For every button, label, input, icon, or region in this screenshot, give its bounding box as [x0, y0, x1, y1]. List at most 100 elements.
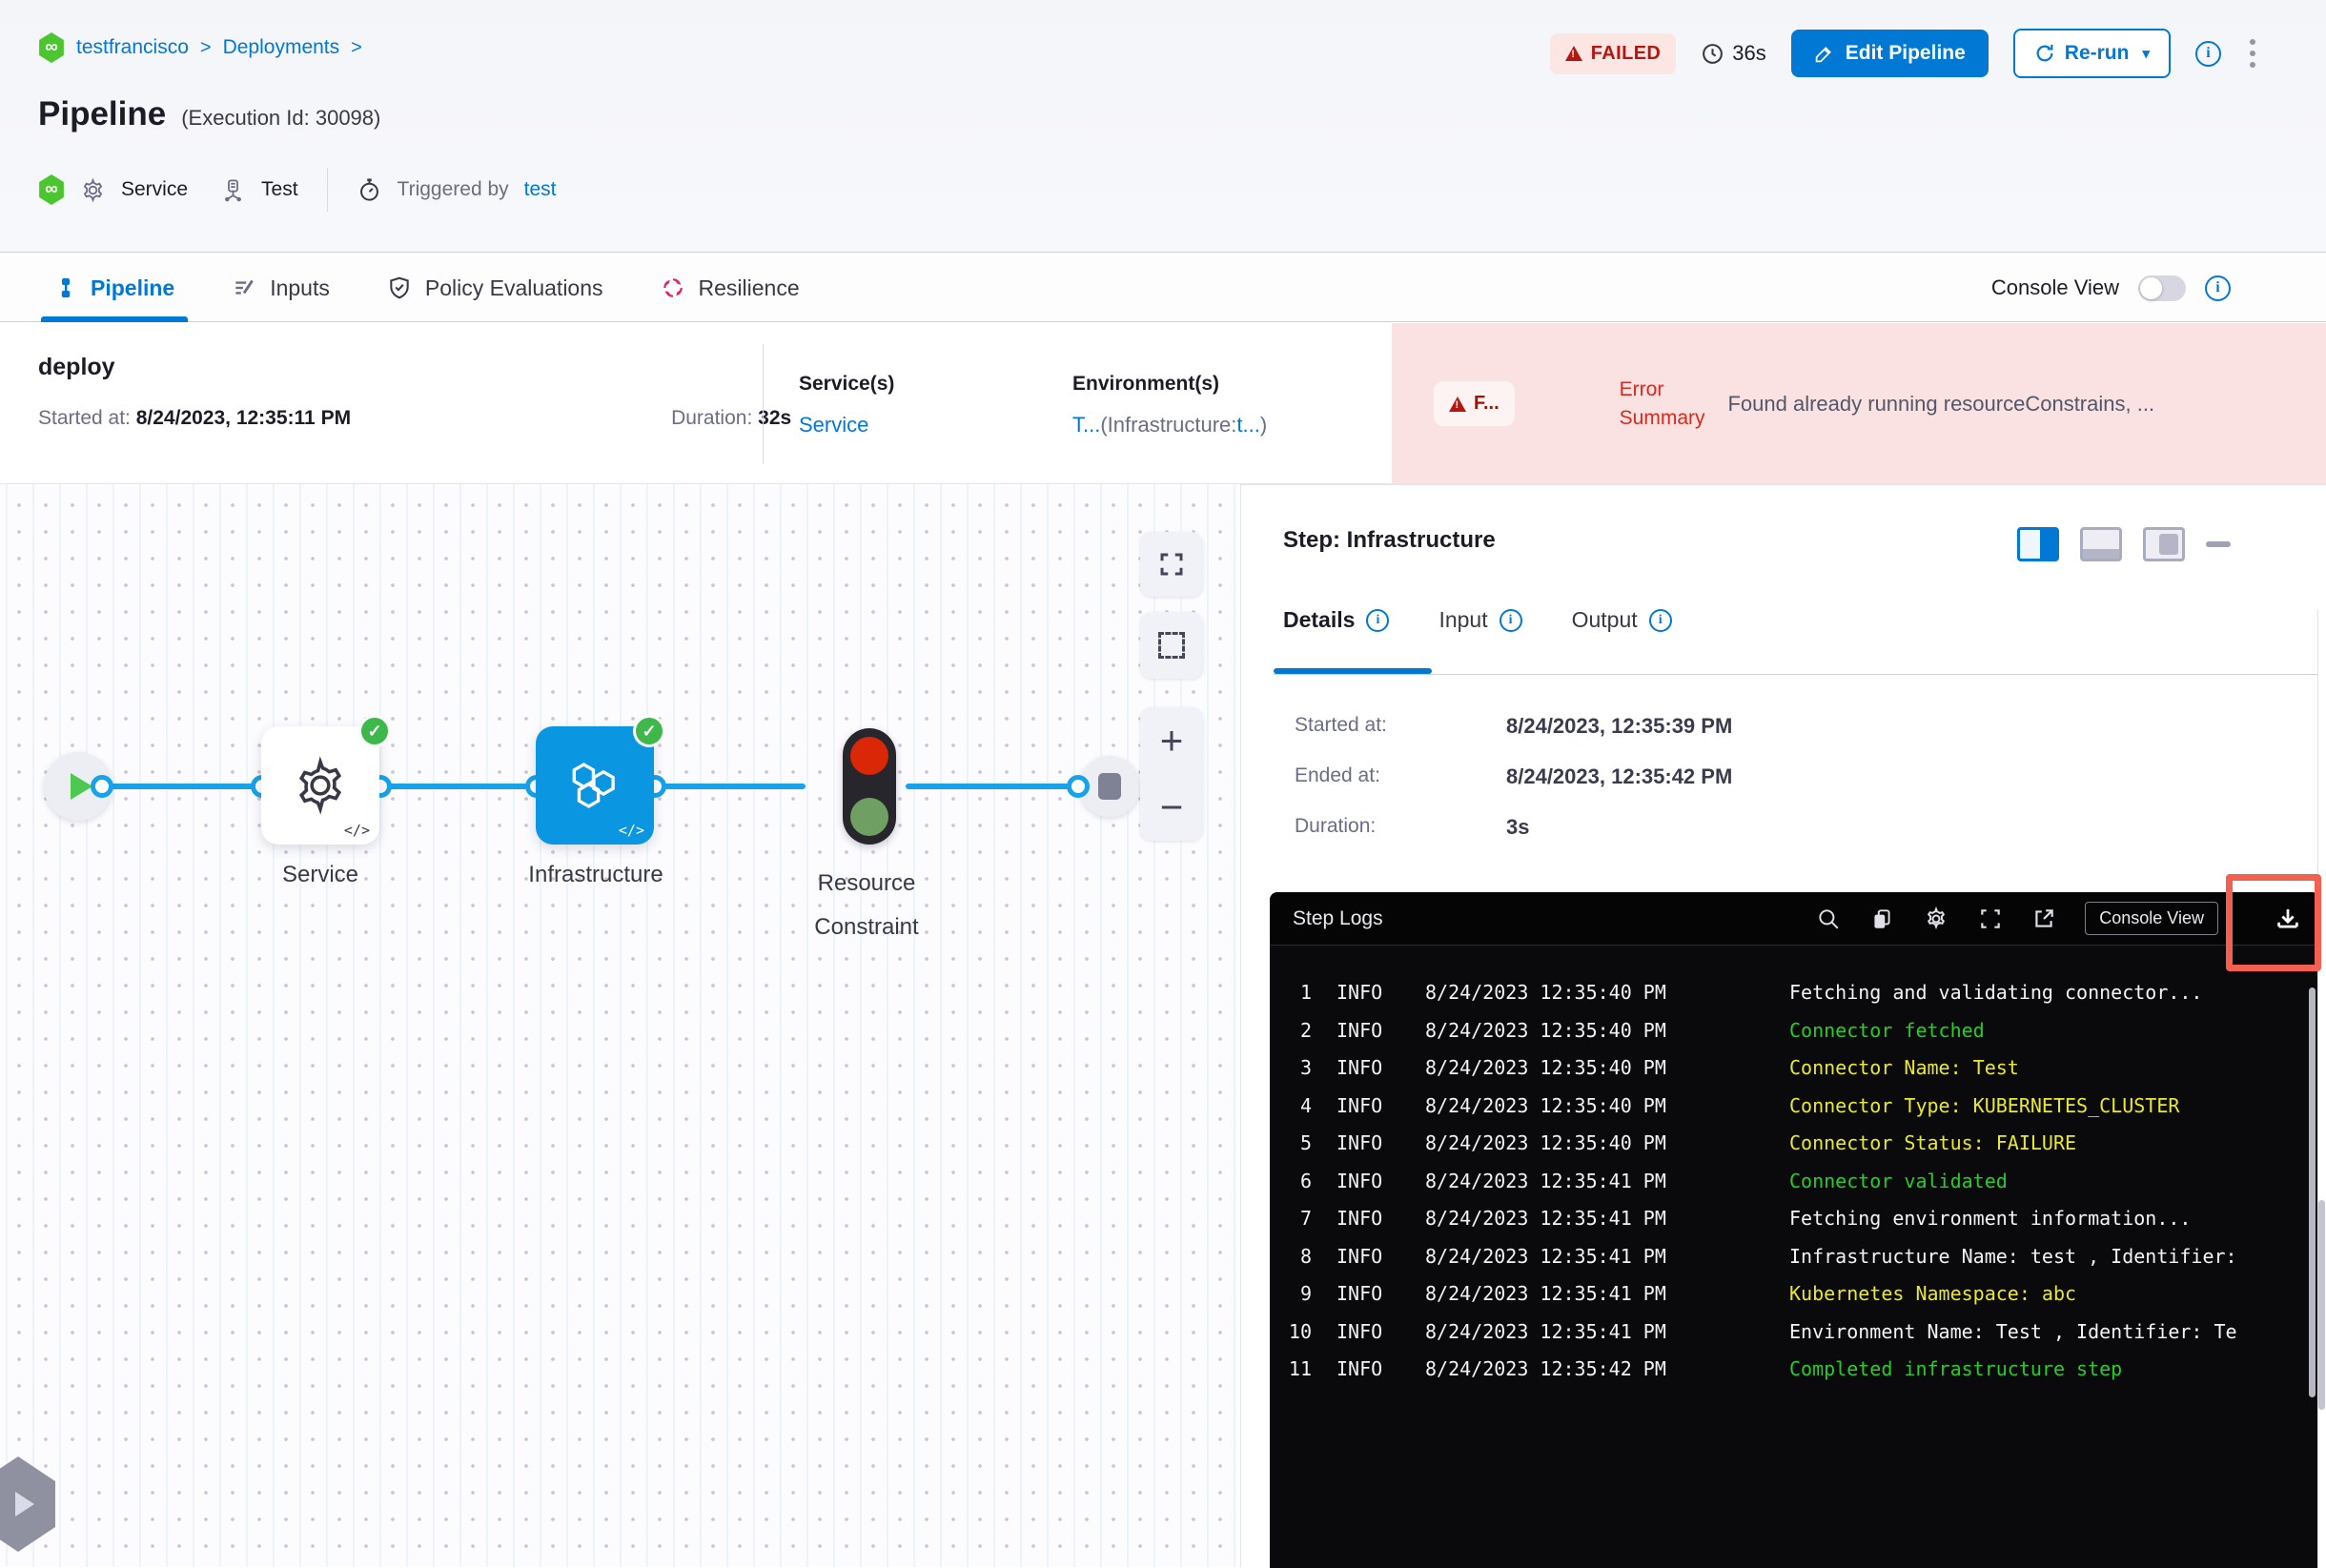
- fullscreen-canvas-button[interactable]: [1140, 532, 1203, 597]
- console-view-button[interactable]: Console View: [2085, 902, 2218, 935]
- detail-row-started: Started at: 8/24/2023, 12:35:39 PM: [1295, 714, 1732, 739]
- console-view-toggle[interactable]: [2138, 275, 2186, 301]
- environment-name[interactable]: Test: [261, 178, 298, 201]
- info-icon[interactable]: i: [1366, 608, 1390, 632]
- triggered-by-user[interactable]: test: [524, 178, 557, 201]
- open-in-new-icon[interactable]: [2031, 906, 2056, 931]
- node-service[interactable]: ✓ </>: [261, 715, 391, 845]
- more-options-menu[interactable]: [2246, 35, 2259, 71]
- page-title: Pipeline: [38, 95, 167, 132]
- zoom-in-button[interactable]: +: [1140, 707, 1203, 774]
- pipeline-graph-canvas[interactable]: ✓ </> ✓ </> Service Infrastructure Resou…: [0, 484, 1240, 1567]
- tab-policy-evaluations[interactable]: Policy Evaluations: [387, 254, 603, 322]
- minimize-panel-button[interactable]: [2206, 541, 2231, 547]
- warning-icon: [1564, 46, 1582, 61]
- marquee-select-button[interactable]: [1140, 612, 1203, 679]
- service-link[interactable]: Service: [799, 413, 894, 438]
- started-at-label: Started at:: [38, 407, 131, 429]
- code-tag: </>: [343, 822, 370, 839]
- layout-minimized-view-button[interactable]: [2143, 527, 2185, 561]
- step-logs-title: Step Logs: [1293, 906, 1383, 929]
- gear-icon: [80, 177, 106, 203]
- error-summary-label: Error Summary: [1619, 377, 1705, 429]
- tab-input[interactable]: Input i: [1438, 607, 1522, 633]
- copy-logs-icon[interactable]: [1869, 906, 1894, 931]
- connector-dot: [1067, 775, 1090, 798]
- edit-pipeline-button[interactable]: Edit Pipeline: [1790, 30, 1989, 77]
- started-at-value: 8/24/2023, 12:35:11 PM: [135, 407, 352, 429]
- detail-label: Started at:: [1295, 714, 1387, 736]
- log-lines[interactable]: 1 INFO 8/24/2023 12:35:40 PM Fetching and v…: [1270, 946, 2319, 1389]
- breadcrumb-deployments[interactable]: Deployments: [223, 36, 340, 59]
- download-logs-icon[interactable]: [2274, 905, 2302, 933]
- node-infrastructure[interactable]: ✓ </>: [536, 715, 665, 845]
- environment-link[interactable]: T...: [1072, 413, 1100, 437]
- traffic-red-light: [850, 737, 888, 775]
- gear-icon: [298, 756, 342, 815]
- rerun-button[interactable]: Re-run ▾: [2012, 29, 2171, 78]
- detail-row-ended: Ended at: 8/24/2023, 12:35:42 PM: [1295, 764, 1732, 789]
- log-scrollbar[interactable]: [2309, 988, 2316, 1397]
- search-logs-icon[interactable]: [1816, 906, 1841, 931]
- inputs-icon: [235, 279, 255, 295]
- status-badge: FAILED: [1549, 32, 1677, 74]
- warning-icon: [1449, 396, 1466, 412]
- log-line: 3 INFO 8/24/2023 12:35:40 PM Connector Name…: [1299, 1056, 2019, 1079]
- log-settings-icon[interactable]: [1923, 906, 1949, 932]
- service-name[interactable]: Service: [121, 178, 188, 201]
- node-resource-constraint[interactable]: [843, 728, 896, 845]
- tab-output[interactable]: Output i: [1572, 607, 1672, 633]
- console-view-label: Console View: [1990, 275, 2119, 299]
- chevron-down-icon: ▾: [2142, 46, 2150, 62]
- detail-row-duration: Duration: 3s: [1295, 815, 1732, 840]
- detail-value: 3s: [1506, 815, 1530, 839]
- step-panel-title: Step: Infrastructure: [1283, 527, 1496, 553]
- tab-inputs[interactable]: Inputs: [232, 254, 330, 322]
- breadcrumb-project[interactable]: testfrancisco: [76, 36, 189, 59]
- scrollbar-thumb[interactable]: [2318, 1200, 2325, 1410]
- triggered-by-label: Triggered by: [397, 178, 509, 200]
- layout-bottom-view-button[interactable]: [2080, 527, 2122, 561]
- stop-icon: [1098, 773, 1121, 800]
- harness-deployments-icon: ∞: [39, 32, 64, 63]
- chevron-right-icon: >: [199, 36, 212, 58]
- panel-scrollbar[interactable]: [2317, 609, 2326, 1568]
- expand-nav-handle[interactable]: [0, 1456, 55, 1552]
- log-line: 8 INFO 8/24/2023 12:35:41 PM Infrastructure…: [1299, 1244, 2237, 1268]
- node-label-infrastructure: Infrastructure: [528, 862, 663, 887]
- node-label-resource-constraint: Resource Constraint: [814, 870, 919, 940]
- detail-value: 8/24/2023, 12:35:42 PM: [1506, 764, 1733, 788]
- layout-right-view-button[interactable]: [2017, 527, 2059, 561]
- stage-name[interactable]: deploy: [38, 354, 115, 381]
- info-icon[interactable]: i: [1499, 608, 1522, 632]
- shield-check-icon: [390, 276, 409, 299]
- zoom-controls: + −: [1140, 707, 1203, 841]
- log-line: 4 INFO 8/24/2023 12:35:40 PM Connector Type…: [1299, 1093, 2180, 1117]
- tab-resilience[interactable]: Resilience: [661, 254, 800, 322]
- detail-label: Duration:: [1295, 815, 1377, 837]
- environment-icon: [220, 177, 246, 203]
- execution-tab-bar: Pipeline Inputs Policy Evaluations Resil…: [0, 254, 2326, 322]
- log-line: 5 INFO 8/24/2023 12:35:40 PM Connector Stat…: [1299, 1131, 2077, 1154]
- elapsed-time: 36s: [1701, 41, 1766, 66]
- fullscreen-logs-icon[interactable]: [1978, 906, 2003, 931]
- detail-label: Ended at:: [1295, 764, 1380, 786]
- zoom-out-button[interactable]: −: [1140, 774, 1203, 841]
- info-icon[interactable]: i: [1648, 608, 1672, 632]
- connector-dot: [91, 775, 113, 798]
- duration-label: Duration:: [671, 407, 753, 429]
- tab-details[interactable]: Details i: [1283, 607, 1390, 633]
- tab-pipeline[interactable]: Pipeline: [41, 254, 189, 322]
- edge: [906, 784, 1077, 789]
- info-icon[interactable]: i: [2195, 40, 2221, 67]
- info-icon[interactable]: i: [2205, 275, 2231, 301]
- step-logs-header: Step Logs Console View: [1270, 892, 2319, 946]
- edge: [654, 784, 806, 789]
- page-header: ∞ testfrancisco > Deployments > Pipeline…: [0, 0, 2326, 253]
- harness-cd-icon: ∞: [39, 174, 64, 205]
- play-icon: [70, 773, 92, 800]
- infrastructure-link[interactable]: t...: [1236, 413, 1259, 437]
- log-line: 2 INFO 8/24/2023 12:35:40 PM Connector fetc…: [1299, 1018, 1985, 1042]
- infrastructure-hexagons-icon: [572, 763, 615, 808]
- services-label: Service(s): [799, 373, 895, 395]
